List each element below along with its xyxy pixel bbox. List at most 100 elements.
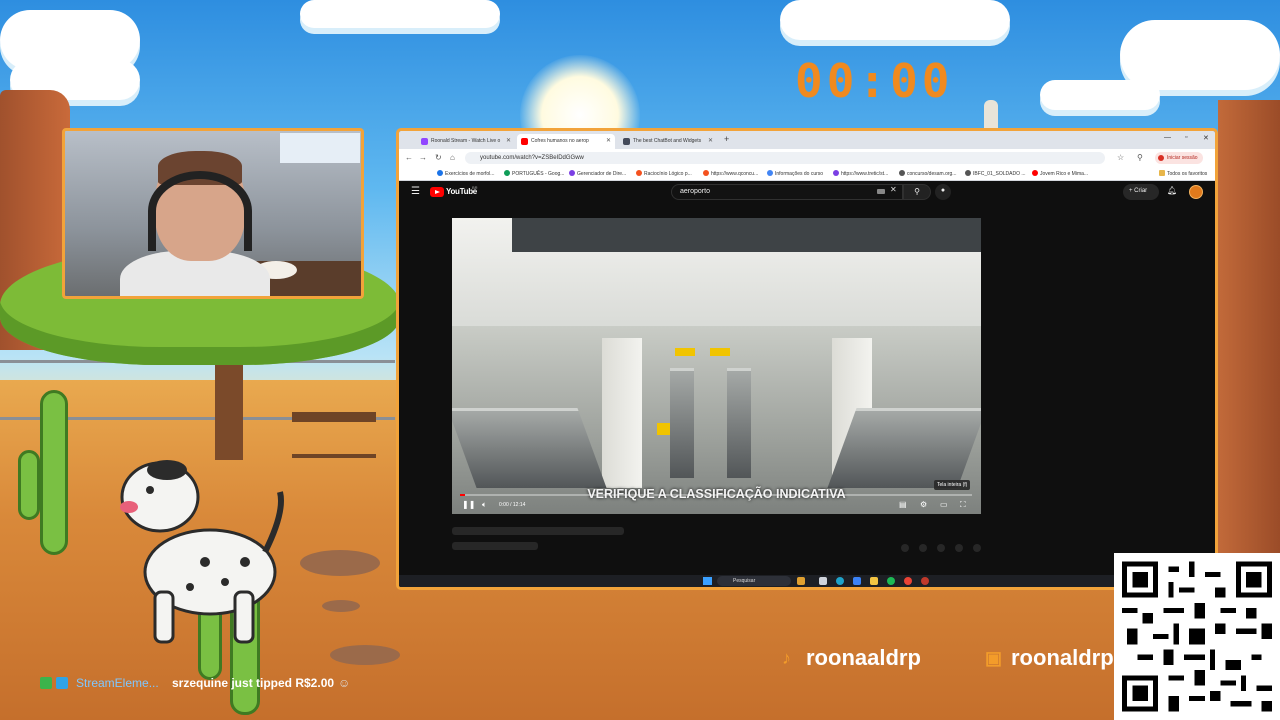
new-tab-icon[interactable]: + <box>724 134 729 144</box>
settings-gear-icon[interactable]: ⚙ <box>920 500 927 509</box>
headset <box>148 171 252 251</box>
bench <box>292 412 376 458</box>
avatar[interactable] <box>1189 185 1203 199</box>
keyboard-icon[interactable] <box>877 189 885 194</box>
close-window-icon[interactable]: ✕ <box>1203 134 1209 142</box>
title-placeholder <box>452 527 624 535</box>
browser-tab-active[interactable]: Cofres humanos no aerop ✕ <box>517 134 615 149</box>
bookmark-icon <box>899 170 905 176</box>
bookmark-item[interactable]: IBFC_01_SOLDADO ... <box>965 170 1026 177</box>
bookmark-item[interactable]: https://www.tretic/st... <box>833 170 888 177</box>
bookmark-icon <box>1032 170 1038 176</box>
bookmark-star-icon[interactable]: ☆ <box>1117 153 1124 162</box>
bookmark-item[interactable]: Gerenciador de Dire... <box>569 170 626 177</box>
screen-capture: Roonald Stream - Watch Live o ✕ Cofres h… <box>396 128 1218 590</box>
bookmark-item[interactable]: Informações do curso <box>767 170 823 177</box>
bookmark-label: Gerenciador de Dire... <box>577 171 627 177</box>
subtitles-icon[interactable]: ▤ <box>899 500 907 509</box>
bookmark-label: concurso/desam.org... <box>907 171 957 177</box>
obs-icon[interactable] <box>921 577 929 585</box>
video-player[interactable]: VERIFIQUE A CLASSIFICAÇÃO INDICATIVA ❚❚ … <box>452 218 981 514</box>
twitch-handle: roonaldrp <box>1011 645 1114 670</box>
pause-icon[interactable]: ❚❚ <box>462 500 475 509</box>
qr-code-graphic <box>1122 561 1272 712</box>
close-tab-icon[interactable]: ✕ <box>506 137 511 144</box>
bookmark-label: PORTUGUÊS - Goog... <box>512 171 565 177</box>
volume-icon[interactable]: 🔈︎ <box>482 500 487 510</box>
video-frame-escalator <box>670 368 694 478</box>
close-tab-icon[interactable]: ✕ <box>708 137 713 144</box>
back-icon[interactable]: ← <box>405 153 413 162</box>
bookmark-item[interactable]: https://www.qconcu... <box>703 170 758 177</box>
bookmark-label: Informações do curso <box>775 171 824 177</box>
tiktok-icon: ♪ <box>782 648 791 668</box>
store-icon[interactable] <box>853 577 861 585</box>
voice-search-button[interactable]: ● <box>935 184 951 200</box>
bookmark-label: IBFC_01_SOLDADO ... <box>973 171 1026 177</box>
bookmark-item[interactable]: Exercícios de morfol... <box>437 170 494 177</box>
bookmark-item[interactable]: Jovem Rico e Mima... <box>1032 170 1088 177</box>
fullscreen-icon[interactable]: ⛶ <box>960 500 966 510</box>
cloud <box>300 0 500 28</box>
address-bar[interactable]: youtube.com/watch?v=ZSBeIDdGGww <box>465 152 1105 164</box>
cloud <box>780 0 1010 40</box>
browser-tab[interactable]: Roonald Stream - Watch Live o ✕ <box>417 134 515 149</box>
browser-tab[interactable]: The best ChatBot and Widgets ✕ <box>619 134 717 149</box>
taskbar-app-icon[interactable] <box>797 577 805 585</box>
notifications-bell-icon[interactable]: 🔔︎ <box>1167 186 1177 195</box>
search-button[interactable]: ⚲ <box>903 184 931 200</box>
bookmark-item[interactable]: Todos os favoritos <box>1159 170 1207 177</box>
placeholder-dot <box>955 544 963 552</box>
webcam-window <box>280 133 360 163</box>
url-text: youtube.com/watch?v=ZSBeIDdGGww <box>480 155 584 161</box>
placeholder-dot <box>973 544 981 552</box>
task-view-icon[interactable] <box>819 577 827 585</box>
windows-start-icon[interactable] <box>703 577 712 585</box>
home-icon[interactable]: ⌂ <box>450 153 455 162</box>
maximize-icon[interactable]: ▫ <box>1185 134 1187 141</box>
spotify-icon[interactable] <box>887 577 895 585</box>
search-input[interactable]: aeroporto ✕ <box>671 184 903 200</box>
create-label: Criar <box>1134 188 1148 194</box>
close-tab-icon[interactable]: ✕ <box>606 137 611 144</box>
bookmark-icon <box>569 170 575 176</box>
tip-badge-icon <box>40 677 52 689</box>
time-display: 0:00 / 12:14 <box>499 502 526 508</box>
create-button[interactable]: + Criar <box>1123 184 1159 200</box>
extensions-icon[interactable]: ⚲ <box>1137 153 1143 162</box>
clear-search-icon[interactable]: ✕ <box>890 185 897 194</box>
youtube-favicon-icon <box>521 138 528 145</box>
tiktok-handle: roonaaldrp <box>806 645 921 670</box>
bookmark-icon <box>636 170 642 176</box>
edge-icon[interactable] <box>836 577 844 585</box>
file-explorer-icon[interactable] <box>870 577 878 585</box>
menu-icon[interactable]: ☰ <box>411 186 420 197</box>
rock <box>330 645 400 665</box>
forward-icon[interactable]: → <box>419 153 427 162</box>
youtube-logo-icon[interactable] <box>430 187 444 197</box>
streamelements-favicon-icon <box>623 138 630 145</box>
qr-code <box>1114 553 1280 720</box>
youtube-page: ☰ YouTube BR aeroporto ✕ ⚲ ● + Criar 🔔︎ <box>399 181 1215 575</box>
bookmark-item[interactable]: concurso/desam.org... <box>899 170 956 177</box>
profile-button[interactable]: Iniciar sessão <box>1155 152 1203 164</box>
webcam-feed <box>62 128 364 299</box>
meta-placeholder <box>452 542 538 550</box>
tab-title: Roonald Stream - Watch Live o <box>431 138 501 144</box>
bookmark-icon <box>767 170 773 176</box>
bookmark-label: Jovem Rico e Mima... <box>1040 171 1089 177</box>
reload-icon[interactable]: ↻ <box>435 153 442 162</box>
video-frame-balcony <box>512 218 981 252</box>
twitch-icon: ▣ <box>985 648 1003 668</box>
bookmark-label: https://www.qconcu... <box>711 171 759 177</box>
bookmark-item[interactable]: Raciocínio Lógico p... <box>636 170 692 177</box>
progress-bar[interactable] <box>460 494 972 496</box>
minimize-icon[interactable]: — <box>1164 134 1171 141</box>
taskbar-search[interactable]: Pesquisar <box>717 576 791 586</box>
bookmark-item[interactable]: PORTUGUÊS - Goog... <box>504 170 564 177</box>
chrome-icon[interactable] <box>904 577 912 585</box>
theater-mode-icon[interactable]: ▭ <box>940 500 948 509</box>
fullscreen-tooltip: Tela inteira (f) <box>934 480 971 490</box>
cactus <box>18 450 40 520</box>
bookmark-label: Todos os favoritos <box>1167 171 1208 177</box>
